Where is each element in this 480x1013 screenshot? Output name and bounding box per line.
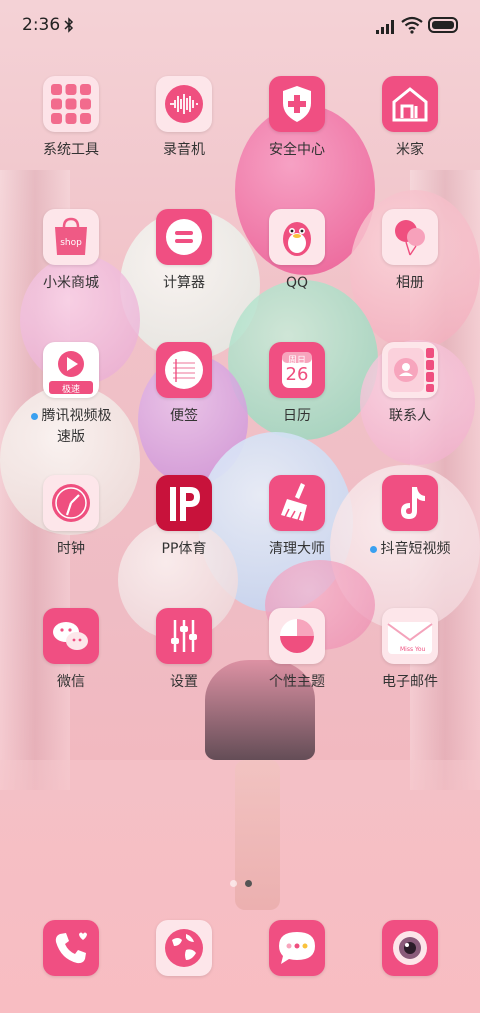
app-recorder[interactable]: 录音机 [129, 76, 239, 161]
app-notes[interactable]: 便签 [129, 342, 239, 427]
app-label: 小米商城 [43, 275, 99, 291]
app-calculator[interactable]: 计算器 [129, 209, 239, 294]
tiktok-note-icon [382, 475, 438, 531]
app-themes[interactable]: 个性主题 [242, 608, 352, 693]
app-pp-sports[interactable]: PP体育 [129, 475, 239, 560]
dock-messages[interactable] [242, 920, 352, 976]
app-label: 腾讯视频极 速版 [16, 406, 126, 448]
video-play-icon: 极速 [43, 342, 99, 398]
pp-sports-icon [156, 475, 212, 531]
app-system-tools[interactable]: 系统工具 [16, 76, 126, 161]
app-label: 个性主题 [269, 674, 325, 690]
system-tools-icon [43, 76, 99, 132]
app-wechat[interactable]: 微信 [16, 608, 126, 693]
chat-bubbles-icon [43, 608, 99, 664]
penguin-icon [269, 209, 325, 265]
dock-camera[interactable] [355, 920, 465, 976]
dock-phone[interactable] [16, 920, 126, 976]
page-dot [230, 880, 237, 887]
app-douyin[interactable]: 抖音短视频 [355, 475, 465, 560]
app-settings[interactable]: 设置 [129, 608, 239, 693]
lite-badge: 极速 [61, 385, 80, 395]
shop-label: shop [60, 238, 82, 248]
app-security-center[interactable]: 安全中心 [242, 76, 352, 161]
calendar-day: 26 [285, 364, 309, 385]
dock-browser[interactable] [129, 920, 239, 976]
signal-icon [376, 20, 394, 34]
status-time: 2:36 [22, 15, 61, 35]
camera-icon [382, 920, 438, 976]
wifi-icon [401, 16, 423, 34]
app-label: 清理大师 [269, 541, 325, 557]
app-label: 日历 [283, 408, 311, 424]
app-label: 安全中心 [269, 142, 325, 158]
app-gallery[interactable]: 相册 [355, 209, 465, 294]
app-label: 电子邮件 [382, 674, 438, 690]
phone-icon [43, 920, 99, 976]
app-clock[interactable]: 时钟 [16, 475, 126, 560]
app-label: QQ [285, 275, 309, 291]
page-dot-active [245, 880, 252, 887]
page-indicator[interactable] [226, 872, 256, 891]
app-label: 便签 [170, 408, 198, 424]
browser-icon [156, 920, 212, 976]
app-label: 米家 [396, 142, 424, 158]
calculator-icon [156, 209, 212, 265]
app-contacts[interactable]: 联系人 [355, 342, 465, 427]
calendar-icon: 周日 26 [269, 342, 325, 398]
app-mi-store[interactable]: shop 小米商城 [16, 209, 126, 294]
shopping-bag-icon: shop [43, 209, 99, 265]
app-label: 联系人 [389, 408, 431, 424]
bluetooth-icon [64, 17, 74, 37]
sliders-icon [156, 608, 212, 664]
theme-pie-icon [269, 608, 325, 664]
mi-home-icon [382, 76, 438, 132]
status-bar: 2:36 [0, 0, 480, 52]
shield-icon [269, 76, 325, 132]
app-label: 时钟 [57, 541, 85, 557]
contacts-icon [382, 342, 438, 398]
app-label: 抖音短视频 [355, 539, 465, 560]
envelope-icon: Miss You [382, 608, 438, 664]
new-indicator-dot [369, 545, 377, 553]
broom-icon [269, 475, 325, 531]
battery-icon [428, 17, 458, 33]
messages-icon [269, 920, 325, 976]
clock-icon [43, 475, 99, 531]
app-email[interactable]: Miss You 电子邮件 [355, 608, 465, 693]
app-label: 相册 [396, 275, 424, 291]
app-label: 设置 [170, 674, 198, 690]
balloon-icon [382, 209, 438, 265]
app-label: 系统工具 [43, 142, 99, 158]
app-label-line1: 腾讯视频极 [41, 408, 112, 424]
notes-icon [156, 342, 212, 398]
app-tencent-video-lite[interactable]: 极速 腾讯视频极 速版 [16, 342, 126, 448]
recorder-icon [156, 76, 212, 132]
app-label: 计算器 [163, 275, 205, 291]
app-cleaner[interactable]: 清理大师 [242, 475, 352, 560]
new-indicator-dot [30, 412, 38, 420]
app-label-text: 抖音短视频 [380, 541, 451, 557]
app-label: 录音机 [163, 142, 205, 158]
app-qq[interactable]: QQ [242, 209, 352, 294]
envelope-text: Miss You [400, 646, 426, 653]
app-label: 微信 [57, 674, 85, 690]
app-calendar[interactable]: 周日 26 日历 [242, 342, 352, 427]
app-label: PP体育 [161, 541, 207, 557]
app-label-line2: 速版 [57, 429, 85, 445]
app-mijia[interactable]: 米家 [355, 76, 465, 161]
